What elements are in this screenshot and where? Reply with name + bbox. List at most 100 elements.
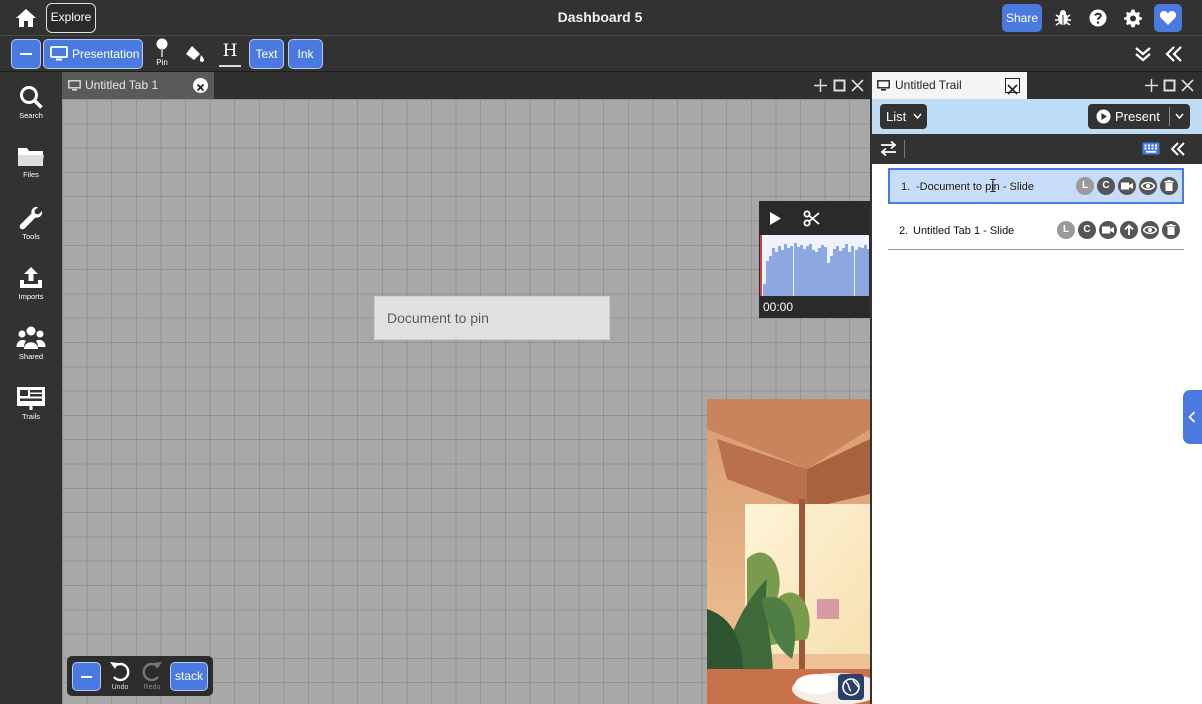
redo-icon (142, 662, 162, 682)
bug-icon[interactable] (1053, 8, 1073, 28)
document-node[interactable]: Document to pin (374, 296, 610, 340)
folder-icon (18, 148, 44, 166)
stack-button[interactable]: stack (170, 662, 208, 691)
share-button[interactable]: Share (1002, 4, 1042, 32)
trail-subbar (872, 134, 1202, 164)
double-chevron-down-icon[interactable] (1134, 46, 1152, 62)
delete-slide-button[interactable] (1160, 177, 1178, 195)
collapse-controls-button[interactable] (72, 662, 101, 691)
trails-icon (17, 387, 45, 410)
lock-badge[interactable]: L (1076, 177, 1094, 195)
collapse-panel-tab[interactable] (1183, 390, 1202, 444)
chevron-left-icon (1188, 411, 1196, 423)
trash-icon (1164, 180, 1174, 191)
gear-icon[interactable] (1123, 8, 1143, 28)
tab-untitled-tab-1[interactable]: Untitled Tab 1 (62, 72, 214, 99)
toggle-visibility-button[interactable] (1141, 221, 1159, 239)
image-node[interactable] (707, 399, 870, 704)
video-icon (1102, 226, 1114, 234)
close-icon (196, 83, 205, 92)
tab-label: Untitled Tab 1 (85, 78, 159, 92)
tab-label: Untitled Trail (895, 78, 962, 92)
freeform-canvas[interactable]: Document to pin 00:00 Undo Redo stack (62, 99, 870, 704)
undo-button[interactable]: Undo (105, 658, 135, 694)
sidebar-item-search[interactable]: Search (0, 84, 62, 134)
users-icon (16, 326, 46, 349)
sidebar-item-label: Trails (21, 412, 41, 421)
audio-waveform[interactable] (760, 235, 869, 296)
close-tab-button[interactable] (1005, 78, 1020, 95)
pin-tool[interactable]: Pin (151, 38, 173, 70)
sidebar-item-label: Search (19, 111, 43, 120)
explore-button[interactable]: Explore (46, 3, 96, 33)
globe-button[interactable] (838, 674, 864, 700)
audio-controls (759, 201, 870, 235)
trail-slide[interactable]: 2. Untitled Tab 1 - Slide L C (888, 214, 1184, 250)
close-tab-button[interactable] (193, 78, 208, 93)
canvas-tab-strip: Untitled Tab 1 (62, 72, 870, 99)
audio-player[interactable]: 00:00 (759, 201, 870, 318)
double-chevron-left-icon[interactable] (1165, 46, 1183, 62)
keyboard-icon[interactable] (1142, 142, 1160, 155)
monitor-icon (877, 80, 890, 91)
view-mode-select[interactable]: List (880, 104, 927, 129)
sidebar-item-label: Tools (22, 232, 40, 241)
add-icon[interactable] (1145, 79, 1158, 92)
ink-tool-button[interactable]: Ink (288, 39, 323, 69)
tab-untitled-trail[interactable]: Untitled Trail (872, 72, 1027, 99)
present-button[interactable]: Present (1088, 104, 1190, 129)
collapse-toolbar-button[interactable] (11, 39, 41, 69)
monitor-icon (50, 46, 68, 61)
left-sidebar: Search Files Tools Imports Shared Trails (0, 72, 62, 704)
sidebar-item-label: Imports (18, 292, 44, 301)
trail-tab-strip: Untitled Trail (872, 72, 1202, 99)
chevron-down-icon[interactable] (1175, 113, 1184, 119)
presentation-button[interactable]: Presentation (43, 39, 143, 69)
home-icon[interactable] (14, 7, 38, 29)
swap-icon[interactable] (880, 141, 897, 156)
header-tool[interactable]: H (219, 41, 241, 67)
close-icon[interactable] (1181, 79, 1194, 92)
sidebar-item-files[interactable]: Files (0, 145, 62, 195)
text-tool-button[interactable]: Text (249, 39, 284, 69)
toggle-visibility-button[interactable] (1139, 177, 1157, 195)
monitor-icon (68, 80, 81, 91)
heart-icon (1159, 11, 1177, 25)
sidebar-item-trails[interactable]: Trails (0, 385, 62, 435)
double-chevron-left-icon[interactable] (1170, 142, 1186, 156)
canvas-bottom-controls: Undo Redo stack (67, 656, 213, 696)
app-window: Explore Dashboard 5 Share Presentation P… (0, 0, 1202, 704)
lock-badge[interactable]: L (1057, 221, 1075, 239)
trail-header: List Present (872, 99, 1202, 134)
pin-label: Pin (156, 58, 168, 67)
camera-badge[interactable]: C (1078, 221, 1096, 239)
maximize-icon[interactable] (1163, 79, 1176, 92)
slide-number: 2. (899, 225, 909, 237)
search-icon (20, 86, 43, 109)
help-icon[interactable] (1088, 8, 1108, 28)
eye-icon (1142, 225, 1158, 235)
eye-icon (1140, 181, 1156, 191)
sidebar-item-tools[interactable]: Tools (0, 205, 62, 255)
add-icon[interactable] (814, 79, 827, 92)
scissors-icon[interactable] (803, 210, 820, 227)
favorites-button[interactable] (1154, 4, 1182, 32)
redo-button[interactable]: Redo (137, 658, 167, 694)
move-up-button[interactable] (1120, 221, 1138, 239)
play-icon[interactable] (769, 211, 782, 226)
paint-bucket-icon[interactable] (185, 45, 205, 63)
waveform-bar (866, 249, 869, 296)
chevron-down-icon (913, 113, 922, 119)
record-video-button[interactable] (1099, 221, 1117, 239)
sidebar-item-shared[interactable]: Shared (0, 325, 62, 375)
record-video-button[interactable] (1118, 177, 1136, 195)
video-icon (1121, 182, 1133, 190)
close-icon[interactable] (851, 79, 864, 92)
sidebar-item-imports[interactable]: Imports (0, 265, 62, 315)
maximize-icon[interactable] (833, 79, 846, 92)
upload-icon (20, 267, 42, 288)
tool-bar: Presentation Pin H Text Ink (0, 36, 1202, 72)
delete-slide-button[interactable] (1162, 221, 1180, 239)
trail-slide[interactable]: 1. -Document to pin - Slide L C (888, 168, 1184, 204)
camera-badge[interactable]: C (1097, 177, 1115, 195)
